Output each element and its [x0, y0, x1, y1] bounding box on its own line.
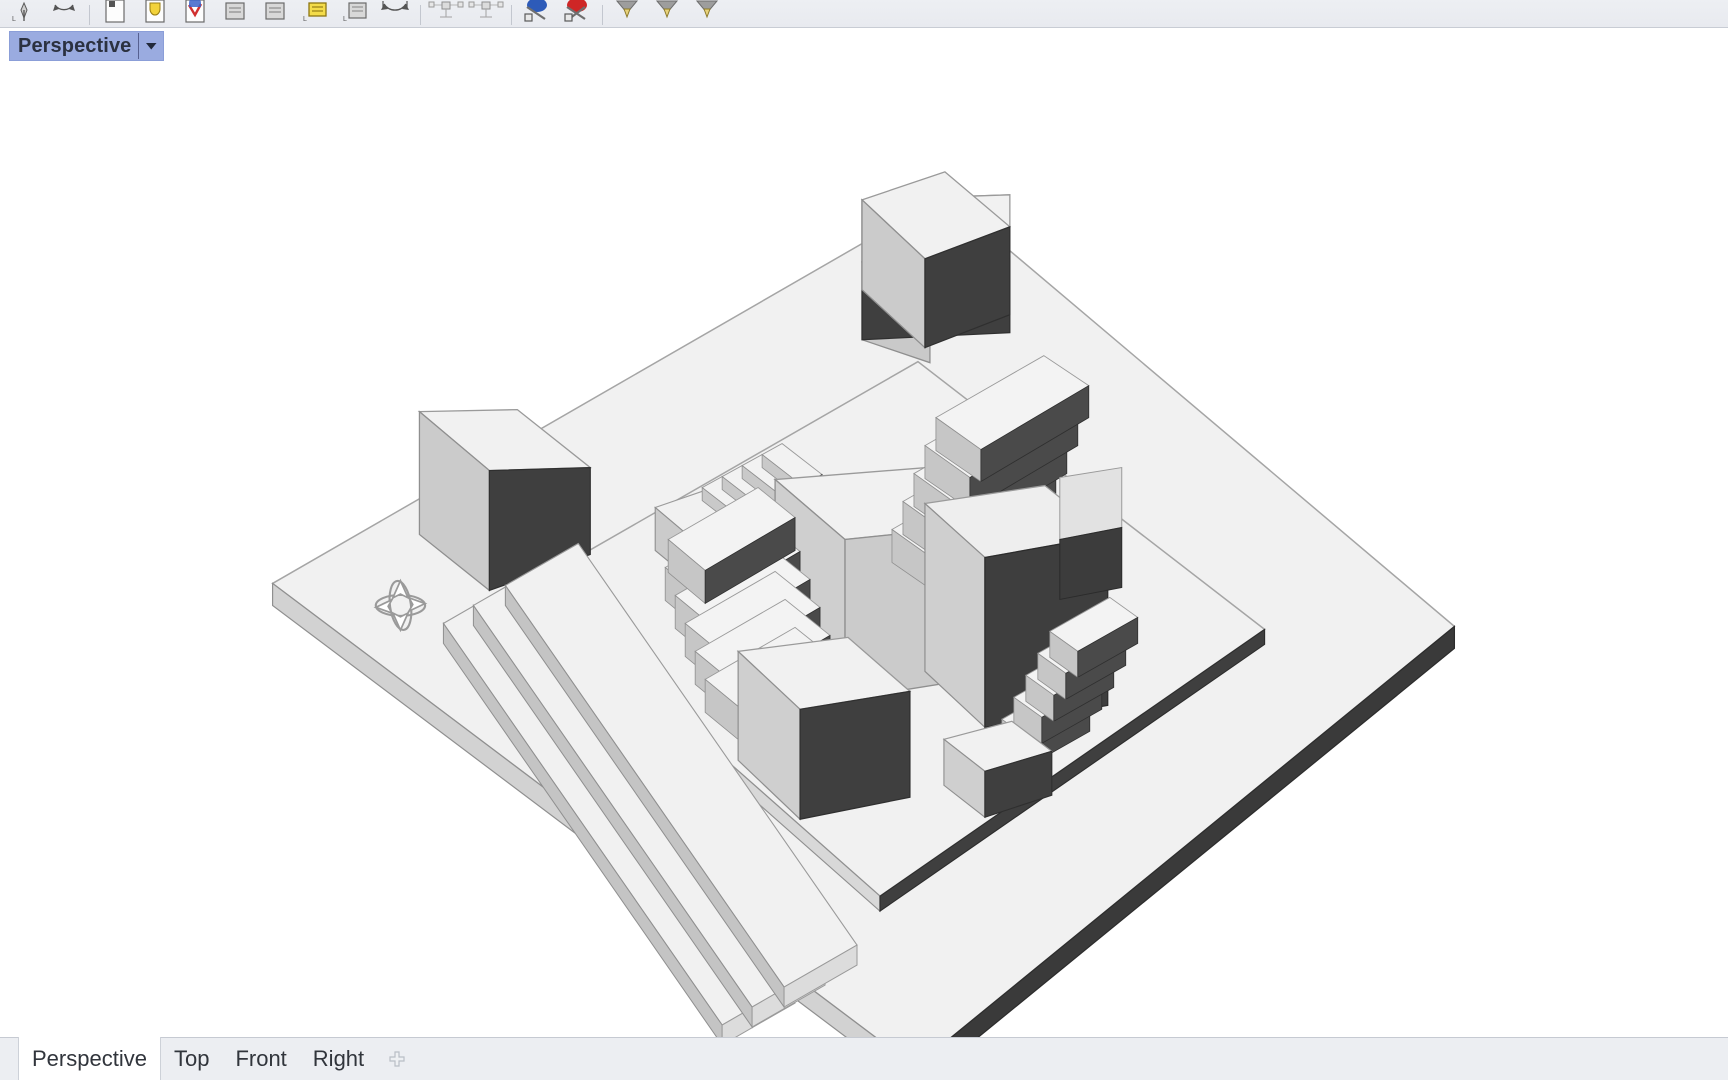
note-icon[interactable] — [95, 0, 135, 27]
tab-perspective[interactable]: Perspective — [18, 1037, 161, 1080]
tab-front[interactable]: Front — [222, 1038, 299, 1080]
toolbar-group-hatch — [517, 0, 597, 27]
annotation-toolbar: L L L — [0, 0, 1728, 28]
perspective-viewport[interactable]: Perspective — [0, 28, 1728, 1037]
red-hatch-icon[interactable] — [557, 0, 597, 27]
toolbar-separator — [89, 5, 90, 25]
viewport-title-label: Perspective — [18, 35, 132, 57]
toolbar-separator — [511, 5, 512, 25]
linear-dimension-icon[interactable]: L — [4, 0, 44, 27]
gray-label-icon[interactable]: L — [335, 0, 375, 27]
svg-text:L: L — [303, 16, 307, 23]
tab-top[interactable]: Top — [161, 1038, 222, 1080]
step-block-right[interactable] — [1059, 466, 1123, 601]
toolbar-separator — [602, 5, 603, 25]
text-block-icon[interactable] — [215, 0, 255, 27]
chevron-down-icon[interactable] — [141, 32, 161, 60]
check-annotation-icon[interactable] — [175, 0, 215, 27]
plus-icon — [389, 1051, 405, 1067]
tab-perspective-label: Perspective — [32, 1045, 147, 1071]
angular-dimension-icon[interactable] — [44, 0, 84, 27]
leader-pen-3-icon[interactable] — [688, 0, 728, 27]
viewport-tab-bar: Perspective Top Front Right — [0, 1037, 1728, 1080]
angular-sweep-icon[interactable] — [375, 0, 415, 27]
leader-pen-icon[interactable] — [608, 0, 648, 27]
text-block-2-icon[interactable] — [255, 0, 295, 27]
viewport-title-divider — [138, 33, 140, 59]
yellow-shield-note-icon[interactable] — [135, 0, 175, 27]
svg-text:L: L — [12, 16, 16, 23]
tab-right[interactable]: Right — [300, 1038, 377, 1080]
toolbar-group-dimensions: L — [4, 0, 84, 27]
toolbar-group-ordinate — [426, 0, 506, 27]
3d-model-scene[interactable] — [0, 28, 1728, 1037]
cad-application-window: L L L Perspective Perspective Top Front … — [0, 0, 1728, 1080]
tab-right-label: Right — [312, 1046, 365, 1071]
tab-top-label: Top — [173, 1046, 210, 1071]
viewport-title-chip[interactable]: Perspective — [9, 31, 165, 61]
toolbar-separator — [420, 5, 421, 25]
toolbar-group-leaders — [608, 0, 728, 27]
yellow-label-icon[interactable]: L — [295, 0, 335, 27]
blue-hatch-icon[interactable] — [517, 0, 557, 27]
toolbar-group-notes: L L — [95, 0, 415, 27]
3d-model-svg — [271, 171, 1456, 1037]
svg-text:L: L — [343, 16, 347, 23]
ordinate-dim-icon[interactable] — [426, 0, 466, 27]
leader-pen-2-icon[interactable] — [648, 0, 688, 27]
baseline-dim-icon[interactable] — [466, 0, 506, 27]
add-viewport-tab-button[interactable] — [377, 1038, 417, 1080]
tab-front-label: Front — [235, 1046, 287, 1071]
